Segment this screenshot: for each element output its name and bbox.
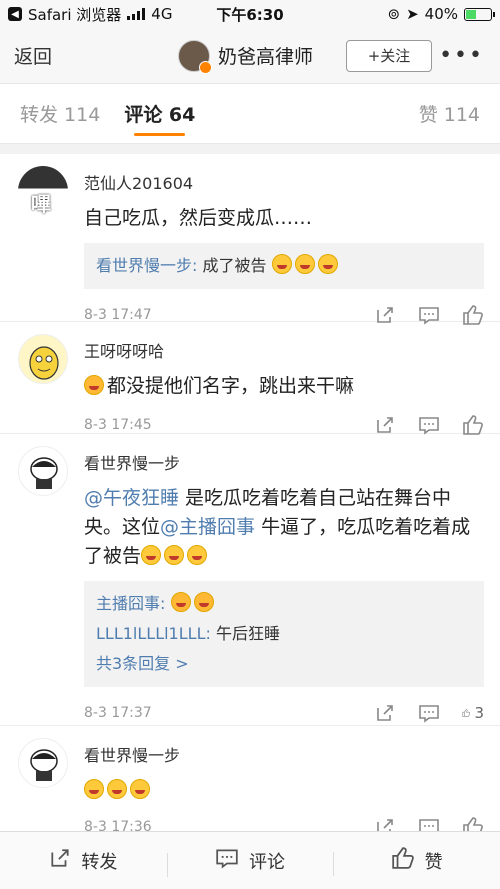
battery-percent: 40%: [424, 5, 458, 23]
back-button[interactable]: 返回: [14, 42, 52, 69]
reply-preview[interactable]: 看世界慢一步: 成了被告: [84, 243, 484, 289]
bottom-toolbar: 转发 评论 赞: [0, 831, 500, 889]
reply-author[interactable]: 看世界慢一步:: [96, 256, 197, 275]
avatar[interactable]: [18, 738, 68, 788]
laugh-cry-emoji-icon: [294, 254, 315, 274]
comment-time: 8-3 17:47: [84, 307, 152, 323]
repost-button[interactable]: 转发: [0, 847, 167, 874]
nav-bar: 返回 奶爸高律师 +关注 •••: [0, 28, 500, 84]
repost-icon[interactable]: [374, 414, 396, 436]
more-icon[interactable]: •••: [439, 43, 484, 68]
reply-text: 午后狂睡: [215, 624, 280, 643]
verified-badge-icon: [199, 60, 212, 74]
status-carrier[interactable]: Safari 浏览器: [28, 4, 121, 25]
laugh-cry-emoji-icon: [130, 779, 150, 799]
repost-label: 转发: [81, 851, 118, 873]
avatar[interactable]: [18, 334, 68, 384]
tab-likes[interactable]: 赞 114: [419, 84, 480, 144]
mention-link[interactable]: @主播囧事: [160, 516, 255, 538]
network-type: 4G: [151, 5, 173, 23]
comment-text: 都没提他们名字，跳出来干嘛: [107, 375, 355, 397]
like-icon[interactable]: 3: [462, 702, 484, 724]
cartoon-face-icon: [29, 346, 59, 380]
laugh-cry-emoji-icon: [187, 545, 208, 565]
laugh-cry-emoji-icon: [317, 254, 338, 274]
location-icon: ➤: [406, 5, 419, 23]
orientation-lock-icon: ⊚: [387, 5, 401, 23]
avatar[interactable]: [18, 446, 68, 496]
reply-text: 成了被告: [202, 256, 267, 275]
comment-icon[interactable]: [418, 702, 440, 724]
like-label: 赞: [424, 851, 443, 873]
list-item: 王呀呀呀哈 都没提他们名字，跳出来干嘛 8-3 17:45: [0, 322, 500, 436]
comment-text: 自己吃瓜，然后变成瓜……: [84, 207, 313, 229]
comment-time: 8-3 17:37: [84, 705, 152, 721]
avatar[interactable]: 嗶: [18, 166, 68, 216]
follow-button[interactable]: +关注: [346, 39, 432, 72]
laugh-cry-emoji-icon: [141, 545, 162, 565]
status-bar: ◀ Safari 浏览器 4G 下午6:30 ⊚ ➤ 40%: [0, 0, 500, 28]
comment-button[interactable]: 评论: [166, 847, 334, 877]
tab-repost[interactable]: 转发 114: [20, 84, 100, 144]
mention-link[interactable]: @午夜狂睡: [84, 487, 179, 509]
signal-icon: [127, 8, 146, 20]
comment-label: 评论: [249, 851, 285, 873]
reply-author[interactable]: LLL1lLLLl1LLL:: [96, 624, 211, 643]
like-icon: [391, 846, 415, 875]
tongue-emoji-icon: [170, 592, 191, 612]
cartoon-boy-icon: [30, 749, 58, 781]
avatar[interactable]: [178, 39, 212, 74]
tongue-emoji-icon: [84, 375, 104, 395]
like-button[interactable]: 赞: [333, 846, 500, 876]
like-count: 3: [474, 704, 484, 722]
divider: [0, 144, 500, 154]
reply-author[interactable]: 主播囧事:: [96, 594, 165, 613]
repost-icon[interactable]: [374, 702, 396, 724]
more-replies-link[interactable]: 共3条回复 >: [96, 654, 189, 673]
laugh-cry-emoji-icon: [164, 545, 185, 565]
comment-author[interactable]: 范仙人201604: [84, 170, 484, 194]
page-title[interactable]: 奶爸高律师: [218, 42, 313, 69]
nav-user[interactable]: 奶爸高律师: [178, 39, 313, 74]
tongue-emoji-icon: [193, 592, 214, 612]
list-item: 嗶 范仙人201604 自己吃瓜，然后变成瓜…… 看世界慢一步: 成了被告 8-…: [0, 154, 500, 325]
comment-icon[interactable]: [418, 414, 440, 436]
laugh-cry-emoji-icon: [271, 254, 292, 274]
list-item: 看世界慢一步 @午夜狂睡 是吃瓜吃着吃着自己站在舞台中央。这位@主播囧事 牛逼了…: [0, 434, 500, 726]
battery-icon: [464, 7, 495, 21]
laugh-cry-emoji-icon: [107, 779, 127, 799]
comment-text: [84, 776, 484, 805]
comment-icon: [215, 847, 239, 874]
cartoon-boy-icon: [30, 457, 58, 489]
comment-text: @午夜狂睡 是吃瓜吃着吃着自己站在舞台中央。这位@主播囧事 牛逼了，吃瓜吃着吃着…: [84, 487, 471, 567]
laugh-cry-emoji-icon: [84, 779, 104, 799]
comment-author[interactable]: 看世界慢一步: [84, 450, 484, 474]
comment-author[interactable]: 看世界慢一步: [84, 742, 484, 766]
tab-bar: 转发 114 评论 64 赞 114: [0, 84, 500, 144]
list-item: 看世界慢一步 8-3 17:36: [0, 726, 500, 837]
repost-icon: [49, 847, 71, 874]
avatar-text: 嗶: [31, 192, 51, 216]
back-to-app-icon[interactable]: ◀: [8, 7, 22, 21]
tab-comments[interactable]: 评论 64: [124, 84, 195, 144]
like-icon[interactable]: [462, 414, 484, 436]
reply-preview[interactable]: 主播囧事: LLL1lLLLl1LLL: 午后狂睡 共3条回复 >: [84, 581, 484, 687]
comment-author[interactable]: 王呀呀呀哈: [84, 338, 484, 362]
comment-time: 8-3 17:45: [84, 417, 152, 433]
